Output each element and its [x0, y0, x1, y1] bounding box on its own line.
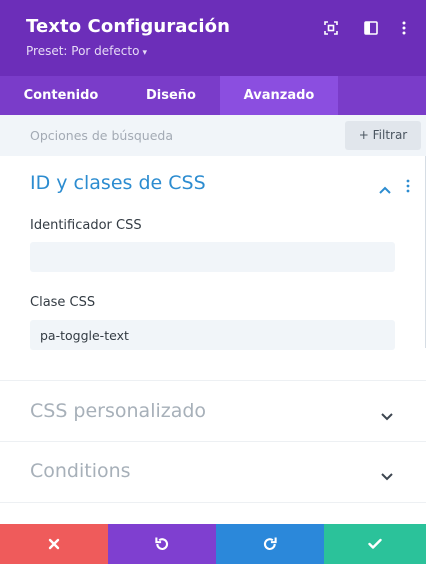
redo-icon [263, 537, 277, 550]
section-title-custom-css[interactable]: CSS personalizado [30, 400, 206, 422]
undo-button[interactable] [108, 524, 216, 564]
divider [0, 502, 426, 503]
chevron-down-icon[interactable] [380, 467, 394, 481]
css-class-label: Clase CSS [30, 295, 96, 310]
settings-header: Texto Configuración Preset: Por defecto ▾ [0, 0, 426, 76]
fullscreen-icon[interactable] [322, 19, 340, 37]
more-options-icon[interactable] [395, 19, 413, 37]
divider [0, 380, 426, 381]
redo-button[interactable] [216, 524, 324, 564]
close-button[interactable] [0, 524, 108, 564]
divider [0, 441, 426, 442]
css-class-input[interactable] [30, 320, 395, 350]
search-bar: Opciones de búsqueda + Filtrar [0, 115, 426, 156]
filter-button[interactable]: + Filtrar [345, 121, 421, 150]
tab-contenido[interactable]: Contenido [0, 76, 122, 115]
css-id-input[interactable] [30, 242, 395, 272]
css-id-label: Identificador CSS [30, 218, 142, 233]
section-options-icon[interactable] [404, 178, 412, 193]
undo-icon [155, 537, 169, 550]
section-title-conditions[interactable]: Conditions [30, 460, 131, 482]
preset-label: Preset: Por defecto [26, 44, 140, 58]
close-icon [48, 538, 60, 550]
chevron-up-icon[interactable] [378, 180, 392, 194]
save-button[interactable] [324, 524, 426, 564]
preset-selector[interactable]: Preset: Por defecto ▾ [26, 44, 147, 58]
search-input[interactable]: Opciones de búsqueda [30, 128, 173, 143]
section-title-css-id-classes[interactable]: ID y clases de CSS [30, 172, 206, 194]
caret-down-icon: ▾ [142, 48, 147, 58]
tab-avanzado[interactable]: Avanzado [220, 76, 338, 115]
chevron-down-icon[interactable] [380, 407, 394, 421]
modal-title: Texto Configuración [26, 16, 230, 37]
check-icon [368, 538, 382, 549]
split-view-icon[interactable] [362, 19, 380, 37]
tab-diseno[interactable]: Diseño [122, 76, 220, 115]
tab-bar: Contenido Diseño Avanzado [0, 76, 426, 115]
